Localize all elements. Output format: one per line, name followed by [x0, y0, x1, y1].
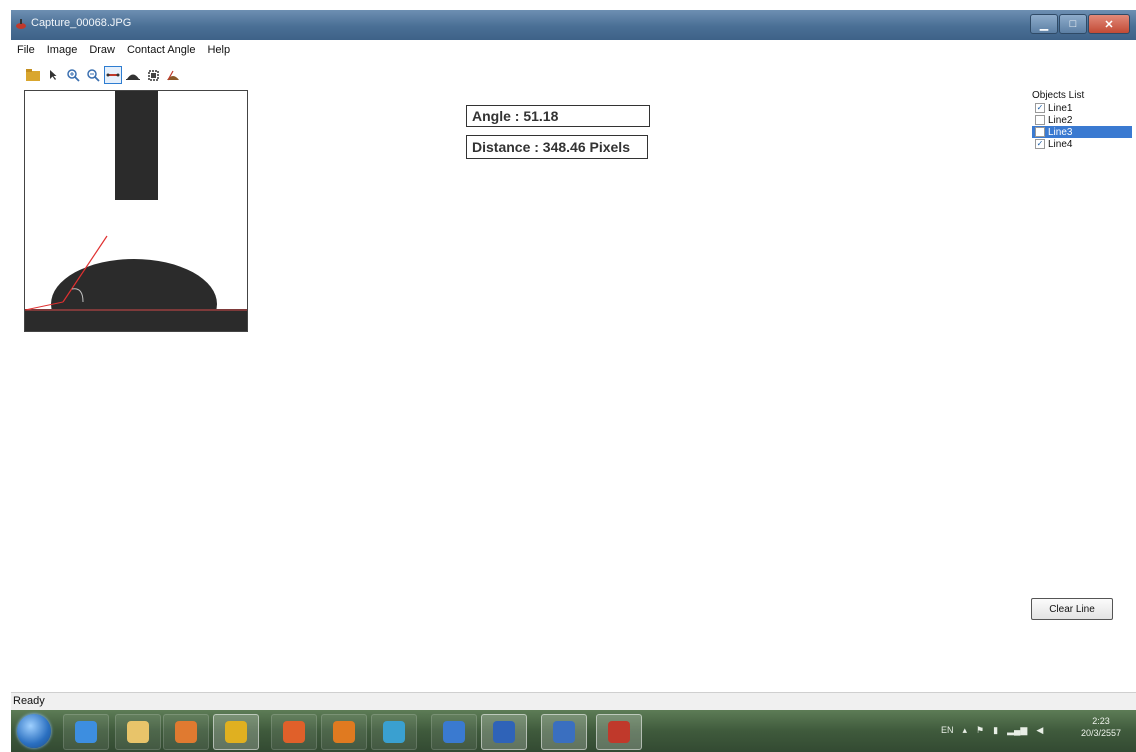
- tangent-line[interactable]: [62, 235, 108, 303]
- taskbar-app-button[interactable]: [541, 714, 587, 750]
- status-bar: Ready: [11, 692, 1136, 711]
- clock-time: 2:23: [1092, 716, 1110, 726]
- taskbar-app-button[interactable]: [115, 714, 161, 750]
- power-icon[interactable]: ▮: [993, 725, 998, 736]
- taskbar-app-button[interactable]: [431, 714, 477, 750]
- status-text: Ready: [13, 695, 45, 707]
- droplet-icon: [126, 74, 140, 80]
- app-window: Capture_00068.JPG ▁ □ ✕ File Image Draw …: [11, 10, 1136, 752]
- flag-icon[interactable]: ⚑: [976, 725, 984, 736]
- menu-bar: File Image Draw Contact Angle Help: [11, 42, 236, 60]
- close-button[interactable]: ✕: [1088, 14, 1130, 34]
- menu-image[interactable]: Image: [41, 42, 84, 60]
- taskbar-app-button[interactable]: [63, 714, 109, 750]
- crop-icon: [147, 69, 159, 81]
- volume-icon[interactable]: ◀: [1036, 725, 1043, 736]
- draw-line-button[interactable]: [104, 66, 122, 84]
- object-label: Line3: [1048, 126, 1073, 138]
- maximize-button[interactable]: □: [1059, 14, 1087, 34]
- contact-angle-button[interactable]: [165, 67, 181, 83]
- object-item-line2[interactable]: Line2: [1032, 114, 1132, 126]
- object-item-line3[interactable]: Line3: [1032, 126, 1132, 138]
- snipping-tool-icon: [283, 721, 305, 743]
- maximize-icon: □: [1069, 18, 1077, 30]
- checkbox-line1[interactable]: ✓: [1035, 103, 1045, 113]
- clock-date: 20/3/2557: [1080, 728, 1122, 738]
- firefox-icon: [333, 721, 355, 743]
- title-bar[interactable]: Capture_00068.JPG ▁ □ ✕: [11, 10, 1136, 40]
- menu-draw[interactable]: Draw: [83, 42, 121, 60]
- angle-arc: [71, 288, 84, 303]
- image-canvas[interactable]: [24, 90, 248, 332]
- taskbar-app-button[interactable]: [596, 714, 642, 750]
- objects-list-title: Objects List: [1032, 90, 1085, 101]
- file-explorer-icon: [127, 721, 149, 743]
- language-indicator[interactable]: EN: [941, 725, 954, 735]
- pointer-button[interactable]: [45, 67, 61, 83]
- object-label: Line4: [1048, 138, 1073, 150]
- angle-readout: Angle : 51.18: [466, 105, 650, 127]
- object-label: Line1: [1048, 102, 1073, 114]
- zoom-in-button[interactable]: [65, 67, 81, 83]
- droplet-button[interactable]: [125, 67, 141, 83]
- menu-help[interactable]: Help: [201, 42, 236, 60]
- contact-angle-app-icon: [608, 721, 630, 743]
- checkbox-line2[interactable]: [1035, 115, 1045, 125]
- start-button[interactable]: [17, 714, 51, 748]
- toolbar: [25, 66, 185, 84]
- clear-line-button[interactable]: Clear Line: [1031, 598, 1113, 620]
- word-icon: [493, 721, 515, 743]
- object-label: Line2: [1048, 114, 1073, 126]
- visio-icon: [553, 721, 575, 743]
- open-button[interactable]: [25, 67, 41, 83]
- window-title: Capture_00068.JPG: [31, 17, 132, 29]
- open-folder-icon: [26, 69, 40, 81]
- internet-explorer-icon: [75, 721, 97, 743]
- object-item-line1[interactable]: ✓ Line1: [1032, 102, 1132, 114]
- menu-contact-angle[interactable]: Contact Angle: [121, 42, 202, 60]
- minimize-button[interactable]: ▁: [1030, 14, 1058, 34]
- object-item-line4[interactable]: ✓ Line4: [1032, 138, 1132, 150]
- network-signal-icon[interactable]: ▂▄▆: [1007, 725, 1027, 736]
- taskbar-app-button[interactable]: [163, 714, 209, 750]
- show-hidden-icons[interactable]: ▴: [963, 725, 968, 736]
- system-tray: EN ▴ ⚑ ▮ ▂▄▆ ◀: [941, 720, 1052, 740]
- taskbar-app-button[interactable]: [371, 714, 417, 750]
- checkbox-line4[interactable]: ✓: [1035, 139, 1045, 149]
- minimize-icon: ▁: [1039, 18, 1049, 31]
- app-icon: [16, 19, 26, 29]
- taskbar-app-button[interactable]: [213, 714, 259, 750]
- close-icon: ✕: [1104, 18, 1114, 31]
- menu-file[interactable]: File: [11, 42, 41, 60]
- crop-button[interactable]: [145, 67, 161, 83]
- distance-readout: Distance : 348.46 Pixels: [466, 135, 648, 159]
- zoom-in-icon: [66, 68, 80, 82]
- tangent-baseline: [25, 301, 64, 311]
- objects-list-panel: Objects List ✓ Line1 Line2 Line3 ✓ Line4: [1032, 90, 1132, 150]
- window-controls: ▁ □ ✕: [1029, 14, 1130, 34]
- network-icon: [383, 721, 405, 743]
- taskbar: EN ▴ ⚑ ▮ ▂▄▆ ◀ 2:23 20/3/2557: [11, 710, 1136, 752]
- contact-angle-icon: [167, 70, 179, 81]
- taskbar-app-button[interactable]: [481, 714, 527, 750]
- zoom-out-icon: [86, 68, 100, 82]
- draw-line-icon: [106, 73, 120, 77]
- taskbar-app-button[interactable]: [271, 714, 317, 750]
- swirl-app-icon: [443, 721, 465, 743]
- zoom-out-button[interactable]: [85, 67, 101, 83]
- taskbar-app-button[interactable]: [321, 714, 367, 750]
- clock[interactable]: 2:23 20/3/2557: [1071, 715, 1131, 739]
- measurement-lines: [25, 235, 247, 311]
- pointer-icon: [50, 70, 57, 80]
- media-player-icon: [175, 721, 197, 743]
- chrome-icon: [225, 721, 247, 743]
- checkbox-line3[interactable]: [1035, 127, 1045, 137]
